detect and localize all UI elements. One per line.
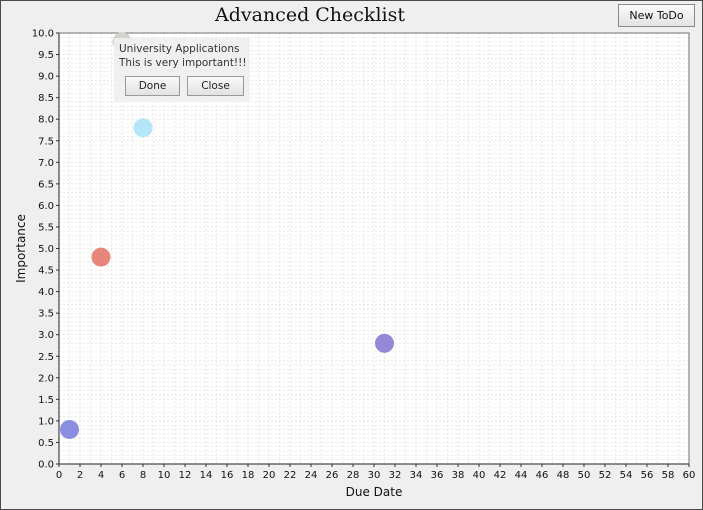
- y-tick-label: 2.0: [38, 373, 54, 384]
- y-tick-label: 10.0: [32, 29, 54, 40]
- x-tick-label: 4: [98, 470, 104, 481]
- y-tick-label: 4.5: [38, 266, 54, 277]
- data-point[interactable]: [91, 247, 111, 267]
- y-tick-label: 5.0: [38, 244, 54, 255]
- x-tick-label: 46: [536, 470, 549, 481]
- todo-popup: University Applications This is very imp…: [114, 38, 250, 102]
- y-tick-label: 7.5: [38, 136, 54, 147]
- y-tick-label: 4.0: [38, 287, 54, 298]
- x-tick-label: 48: [557, 470, 570, 481]
- x-tick-label: 60: [683, 470, 696, 481]
- x-tick-label: 12: [179, 470, 192, 481]
- x-tick-label: 36: [431, 470, 444, 481]
- y-tick-label: 6.0: [38, 201, 54, 212]
- x-tick-label: 22: [284, 470, 297, 481]
- x-tick-label: 44: [515, 470, 528, 481]
- x-tick-label: 10: [158, 470, 171, 481]
- x-tick-label: 30: [368, 470, 381, 481]
- data-point[interactable]: [375, 333, 394, 353]
- y-tick-label: 8.5: [38, 93, 54, 104]
- x-tick-label: 32: [389, 470, 402, 481]
- x-tick-label: 14: [200, 470, 213, 481]
- x-tick-label: 2: [77, 470, 83, 481]
- x-tick-label: 42: [494, 470, 507, 481]
- y-tick-label: 8.0: [38, 115, 54, 126]
- y-tick-label: 3.5: [38, 309, 54, 320]
- x-tick-label: 18: [242, 470, 255, 481]
- y-tick-label: 7.0: [38, 158, 54, 169]
- x-tick-label: 0: [56, 470, 62, 481]
- x-tick-label: 16: [221, 470, 234, 481]
- popup-title: University Applications: [119, 43, 240, 55]
- y-tick-label: 9.5: [38, 50, 54, 61]
- x-tick-label: 50: [578, 470, 591, 481]
- x-tick-label: 54: [620, 470, 633, 481]
- data-point[interactable]: [60, 420, 79, 440]
- x-tick-label: 34: [410, 470, 423, 481]
- popup-description: This is very important!!!: [119, 57, 247, 69]
- y-tick-label: 0.0: [38, 460, 54, 471]
- y-tick-label: 1.0: [38, 416, 54, 427]
- x-tick-label: 56: [641, 470, 654, 481]
- y-tick-label: 3.0: [38, 330, 54, 341]
- y-tick-label: 0.5: [38, 438, 54, 449]
- y-tick-label: 2.5: [38, 352, 54, 363]
- data-point[interactable]: [133, 118, 153, 138]
- x-axis-label: Due Date: [346, 485, 403, 499]
- y-tick-label: 1.5: [38, 395, 54, 406]
- close-button[interactable]: Close: [187, 76, 244, 96]
- done-button[interactable]: Done: [125, 76, 180, 96]
- x-tick-label: 28: [347, 470, 360, 481]
- y-tick-label: 9.0: [38, 72, 54, 83]
- x-tick-label: 38: [452, 470, 465, 481]
- y-tick-label: 5.5: [38, 222, 54, 233]
- x-tick-label: 58: [662, 470, 675, 481]
- y-axis-label: Importance: [14, 214, 28, 283]
- scatter-chart: 0 2 4 6 8 10 12 14 16 18 20 22 24 26 28 30 32 34 36 38 40 42 4…: [14, 29, 696, 500]
- x-tick-label: 26: [326, 470, 339, 481]
- x-tick-label: 20: [263, 470, 276, 481]
- y-tick-label: 6.5: [38, 179, 54, 190]
- x-tick-label: 40: [473, 470, 486, 481]
- x-tick-label: 52: [599, 470, 612, 481]
- x-tick-label: 8: [140, 470, 146, 481]
- x-tick-label: 6: [119, 470, 125, 481]
- x-tick-label: 24: [305, 470, 318, 481]
